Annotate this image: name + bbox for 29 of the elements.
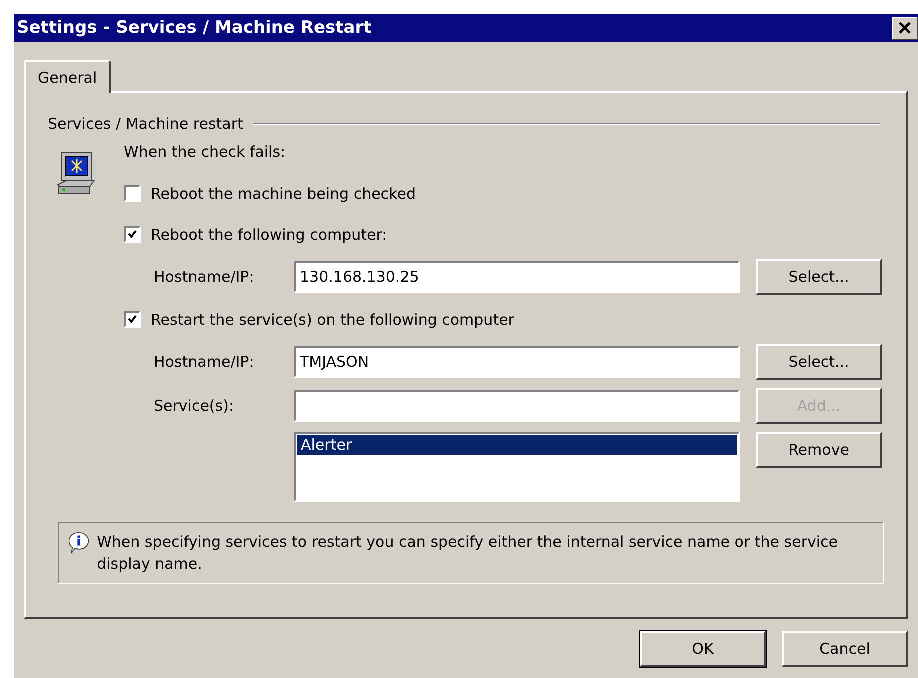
field-label: Hostname/IP:: [154, 353, 256, 371]
close-button[interactable]: [892, 16, 918, 40]
checkbox-option[interactable]: Reboot the machine being checked: [124, 173, 884, 214]
dialog-button[interactable]: Remove: [756, 432, 882, 468]
input-field[interactable]: 130.168.130.25: [294, 261, 740, 293]
dialog-button[interactable]: Select...: [756, 259, 882, 295]
check-icon: [128, 315, 137, 324]
close-icon: [899, 22, 911, 34]
group-title: Services / Machine restart: [48, 115, 244, 133]
prompt-label: When the check fails:: [124, 143, 287, 163]
checkbox-option[interactable]: Restart the service(s) on the following computer: [124, 299, 884, 340]
dialog-button[interactable]: OK: [640, 631, 766, 667]
checkbox-option[interactable]: Reboot the following computer:: [124, 214, 884, 255]
checkbox[interactable]: [124, 226, 141, 243]
field-label: Hostname/IP:: [154, 268, 256, 286]
field-label: Service(s):: [154, 397, 236, 415]
list-item[interactable]: Alerter: [297, 435, 737, 455]
tab[interactable]: General: [24, 60, 112, 93]
input-field[interactable]: TMJASON: [294, 346, 740, 378]
check-icon: [128, 230, 137, 239]
input-field[interactable]: [294, 390, 740, 422]
checkbox[interactable]: [124, 311, 141, 328]
dialog-button[interactable]: Select...: [756, 344, 882, 380]
info-icon: [69, 531, 90, 555]
checkbox[interactable]: [124, 185, 141, 202]
info-text: When specifying services to restart you can specify either the internal service name or the service display name.: [97, 532, 840, 575]
services-list[interactable]: Alerter: [294, 432, 740, 502]
dialog-button[interactable]: Cancel: [782, 631, 908, 667]
window-title: Settings - Services / Machine Restart: [17, 18, 372, 38]
